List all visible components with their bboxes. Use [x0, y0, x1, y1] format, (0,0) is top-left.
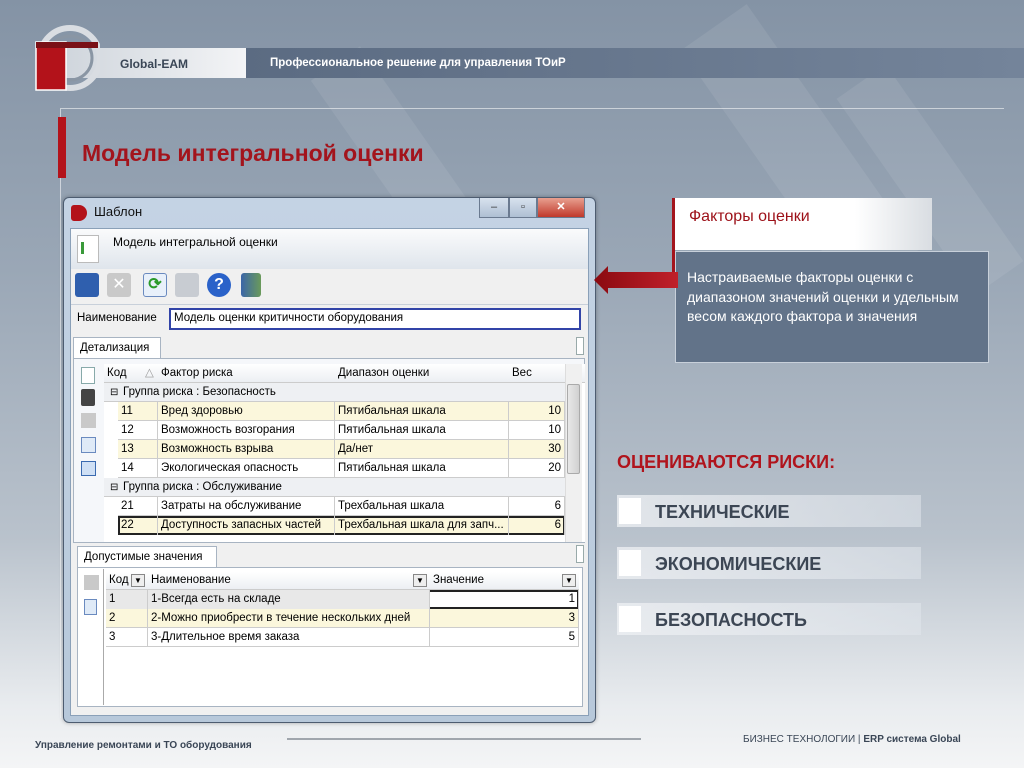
exit-icon[interactable]	[241, 273, 261, 297]
table-cell: 12	[118, 421, 158, 440]
table-cell: 11	[118, 402, 158, 421]
group-label: Группа риска : Безопасность	[123, 386, 276, 398]
table-cell: 21	[118, 497, 158, 516]
column-header[interactable]: Фактор риска	[158, 364, 335, 383]
table-cell: Пятибальная шкала	[335, 421, 509, 440]
table-cell: Пятибальная шкала	[335, 402, 509, 421]
table-cell: 13	[118, 440, 158, 459]
callout-title: Факторы оценки	[689, 208, 810, 225]
window-title: Шаблон	[94, 204, 143, 219]
filter-dropdown-icon[interactable]: ▼	[131, 574, 145, 587]
table-cell: 3	[106, 628, 148, 647]
collapse-icon[interactable]: ⊟	[107, 478, 121, 497]
help-icon[interactable]: ?	[207, 273, 231, 297]
table-cell: Пятибальная шкала	[335, 459, 509, 478]
cancel-value-icon[interactable]	[84, 575, 99, 590]
table-cell: 1-Всегда есть на складе	[148, 590, 430, 609]
column-header[interactable]: Диапазон оценки	[335, 364, 509, 383]
title-accent-bar	[58, 117, 66, 178]
close-button[interactable]: ✕	[537, 198, 585, 218]
cancel-row-icon[interactable]	[81, 413, 96, 428]
form-title: Модель интегральной оценки	[113, 235, 278, 249]
allowed-values-grid: Код ▼ Наименование ▼ Значение ▼ 1 1-Всегда есть…	[106, 572, 581, 705]
table-cell: 14	[118, 459, 158, 478]
table-cell: Возможность взрыва	[158, 440, 335, 459]
table-cell: 30	[509, 440, 565, 459]
risk-item-economic: ЭКОНОМИЧЕСКИЕ	[617, 547, 921, 579]
table-cell: Возможность возгорания	[158, 421, 335, 440]
table-cell: 10	[509, 421, 565, 440]
risk-factor-grid: Код Фактор риска Диапазон оценки Вес △ ⊟ Групп…	[104, 364, 585, 542]
column-header[interactable]: Значение	[430, 572, 561, 590]
table-cell: 3	[430, 609, 579, 628]
maximize-button[interactable]: ▫	[509, 198, 537, 218]
scrollbar-thumb[interactable]	[567, 384, 580, 474]
template-window: Шаблон – ▫ ✕ Модель интегральной оценки …	[63, 197, 596, 723]
app-icon	[71, 205, 87, 221]
name-label: Наименование	[77, 312, 157, 324]
column-header[interactable]: Наименование	[148, 572, 412, 590]
table-cell: Экологическая опасность	[158, 459, 335, 478]
table-cell: 2-Можно приобрести в течение нескольких …	[148, 609, 430, 628]
table-cell: 2	[106, 609, 148, 628]
footer-left: Управление ремонтами и ТО оборудования	[35, 740, 252, 751]
edit-row-icon[interactable]	[81, 461, 96, 476]
column-header[interactable]: Вес	[509, 364, 565, 383]
refresh-values-icon[interactable]	[84, 599, 97, 615]
column-header[interactable]: Код	[106, 572, 130, 590]
footer-right: БИЗНЕС ТЕХНОЛОГИИ | ERP система Global	[743, 734, 961, 745]
table-cell: 6	[509, 497, 565, 516]
callout-text: Настраиваемые факторы оценки с диапазоно…	[675, 251, 989, 363]
edit-document-icon	[77, 235, 99, 263]
refresh-icon[interactable]: ⟳	[143, 273, 167, 297]
table-cell: 22	[118, 516, 158, 535]
minimize-button[interactable]: –	[479, 198, 509, 218]
filter-dropdown-icon[interactable]: ▼	[562, 574, 576, 587]
panel2-collapse-button[interactable]	[576, 545, 584, 563]
arrow-left-icon	[594, 266, 678, 294]
print-icon[interactable]	[175, 273, 199, 297]
tab-detail[interactable]: Детализация	[73, 337, 161, 359]
risk-item-safety: БЕЗОПАСНОСТЬ	[617, 603, 921, 635]
table-cell: 1	[106, 590, 148, 609]
delete-icon[interactable]	[81, 389, 95, 406]
new-record-icon[interactable]	[81, 367, 95, 384]
tab-allowed-values[interactable]: Допустимые значения	[77, 546, 217, 568]
table-cell: 1	[430, 590, 579, 609]
table-cell: Вред здоровью	[158, 402, 335, 421]
table-cell: 5	[430, 628, 579, 647]
global-system-logo	[34, 24, 103, 92]
tagline: Профессиональное решение для управления …	[246, 48, 1024, 78]
risk-item-technical: ТЕХНИЧЕСКИЕ	[617, 495, 921, 527]
window-client: Модель интегральной оценки ✕ ⟳ ? Наимено…	[70, 228, 589, 716]
slide-title: Модель интегральной оценки	[82, 140, 424, 166]
sort-asc-icon: △	[145, 367, 154, 379]
table-cell: 20	[509, 459, 565, 478]
cancel-icon[interactable]: ✕	[107, 273, 131, 297]
panel-collapse-button[interactable]	[576, 337, 584, 355]
footer-divider	[287, 738, 641, 740]
refresh-rows-icon[interactable]	[81, 437, 96, 453]
filter-dropdown-icon[interactable]: ▼	[413, 574, 427, 587]
save-icon[interactable]	[75, 273, 99, 297]
table-cell: Затраты на обслуживание	[158, 497, 335, 516]
collapse-icon[interactable]: ⊟	[107, 383, 121, 402]
table-cell: Доступность запасных частей	[158, 516, 335, 535]
table-cell: Трехбальная шкала для запч...	[335, 516, 509, 535]
table-cell: Трехбальная шкала	[335, 497, 509, 516]
table-cell: 10	[509, 402, 565, 421]
group-label: Группа риска : Обслуживание	[123, 481, 282, 493]
table-cell: Да/нет	[335, 440, 509, 459]
table-cell: 3-Длительное время заказа	[148, 628, 430, 647]
callout-title-box: Факторы оценки	[672, 198, 932, 250]
risks-heading: ОЦЕНИВАЮТСЯ РИСКИ:	[617, 452, 836, 472]
form-header: Модель интегральной оценки	[71, 229, 588, 269]
name-input[interactable]: Модель оценки критичности оборудования	[169, 308, 581, 330]
table-cell: 6	[509, 516, 565, 535]
